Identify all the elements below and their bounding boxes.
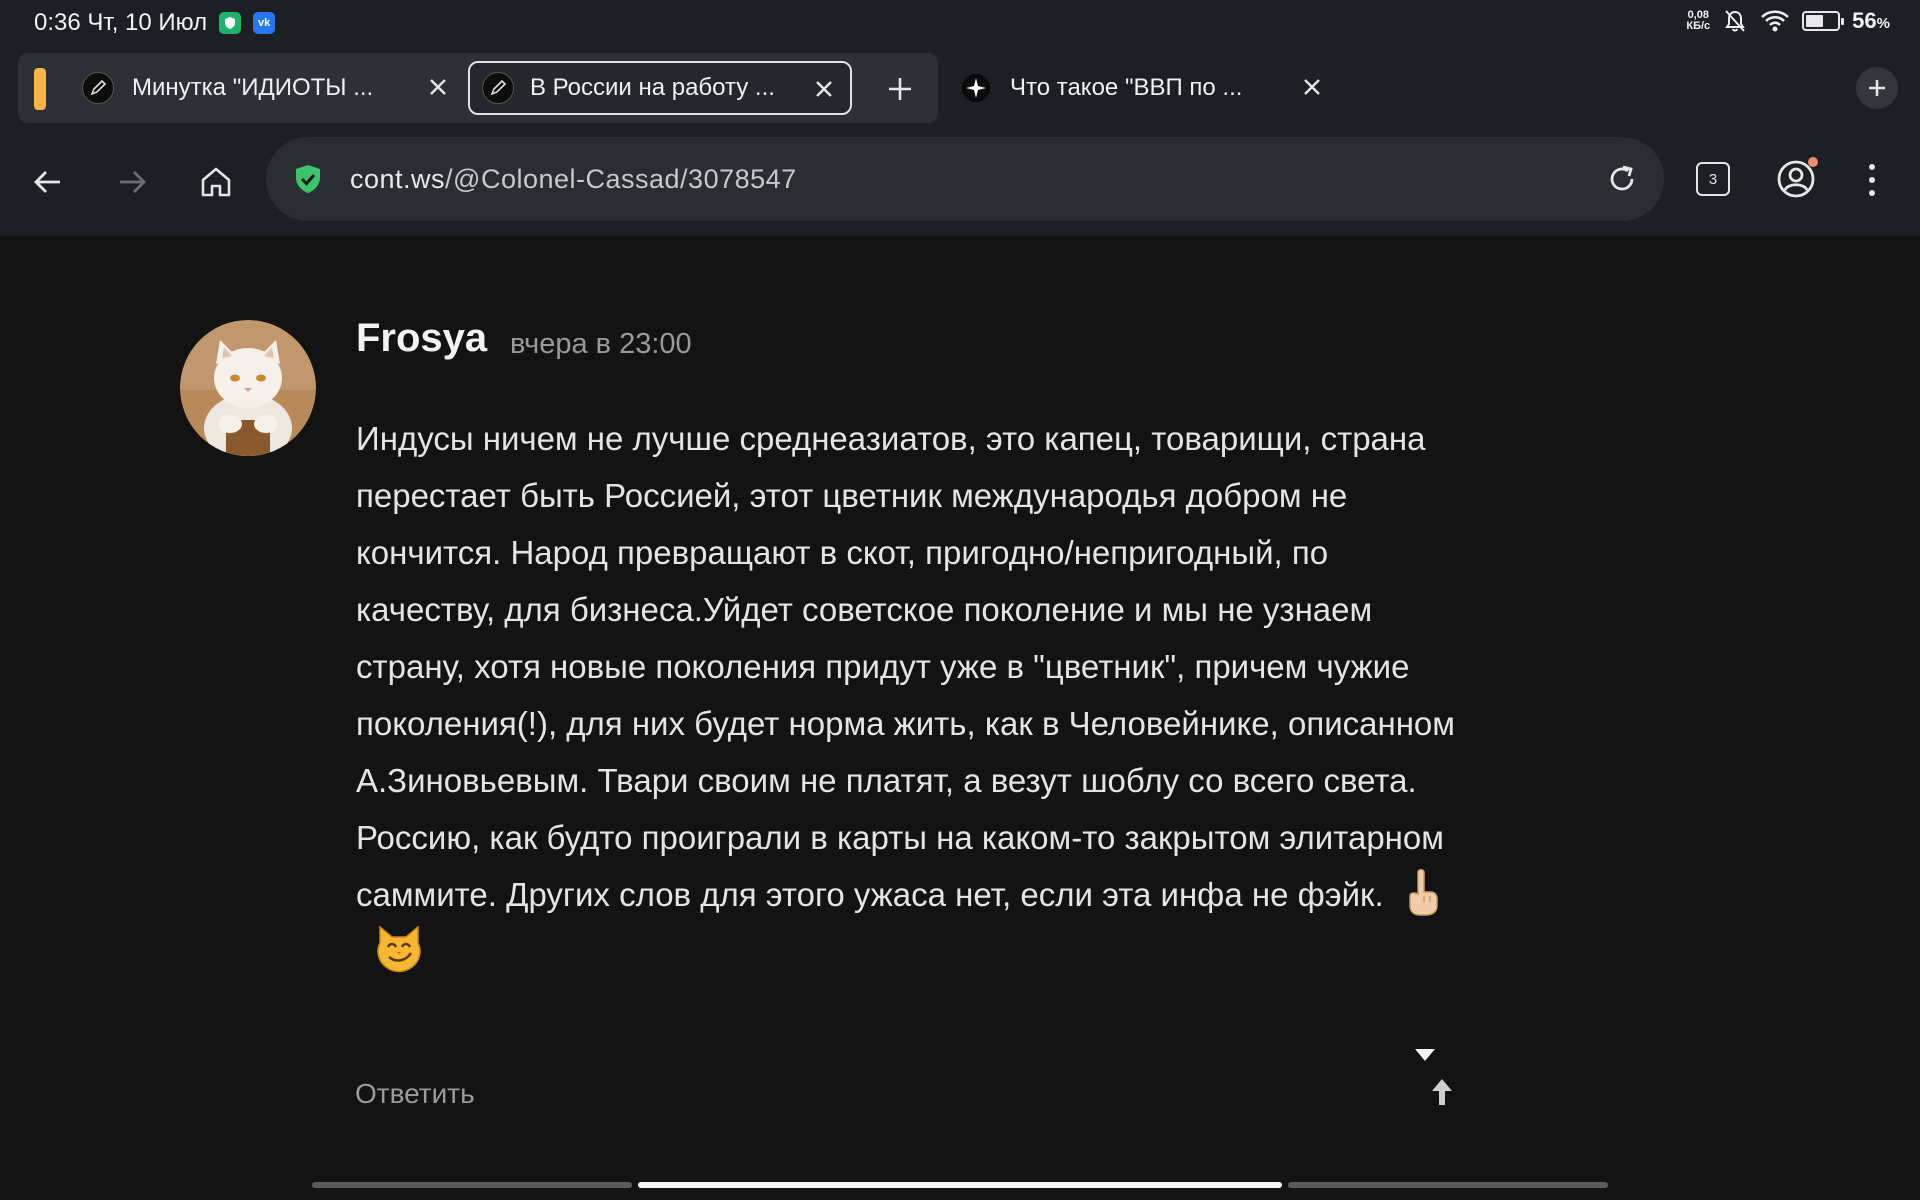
reply-button[interactable]: Ответить [355, 1078, 475, 1110]
silent-bell-icon [1725, 10, 1746, 32]
triangle-down-icon[interactable] [1414, 1048, 1436, 1062]
tab-minutka[interactable]: Минутка "ИДИОТЫ ... [82, 61, 464, 115]
close-tab-icon[interactable] [806, 71, 842, 107]
forward-button[interactable] [104, 154, 160, 210]
status-right: 0,08 КБ/с 56% [1686, 8, 1890, 34]
more-menu-button[interactable] [1852, 158, 1892, 202]
avatar[interactable] [180, 320, 316, 456]
url-path: /@Colonel-Cassad/3078547 [445, 164, 797, 194]
dot-icon [1869, 190, 1875, 196]
home-icon [201, 167, 231, 197]
comment-timestamp[interactable]: вчера в 23:00 [510, 328, 692, 361]
vpn-shield-icon [219, 12, 242, 34]
battery-percentage: 56% [1852, 8, 1890, 34]
home-gesture-bar[interactable] [638, 1182, 1282, 1188]
tab-title: Что такое "ВВП по ... [1010, 74, 1243, 101]
dot-icon [1869, 177, 1875, 183]
notification-dot [1808, 157, 1818, 167]
arrow-right-icon [120, 171, 146, 193]
comment-author[interactable]: Frosya [356, 316, 487, 361]
wifi-icon [1761, 10, 1790, 32]
recent-app-indicator-left [312, 1182, 632, 1188]
address-bar[interactable]: cont.ws/@Colonel-Cassad/3078547 [266, 137, 1664, 221]
smirking-cat-emoji [377, 925, 421, 973]
network-speed: 0,08 КБ/с [1686, 10, 1710, 32]
battery-level-fill [1806, 15, 1823, 27]
comment-text: Индусы ничем не лучше среднеазиатов, это… [356, 420, 1455, 913]
battery-percent-unit: % [1876, 15, 1890, 32]
arrow-left-icon [34, 171, 60, 193]
cat-avatar-image [180, 320, 316, 456]
tab-rossii-active[interactable]: В России на работу ... [468, 61, 852, 115]
home-button[interactable] [188, 154, 244, 210]
browser-chrome: 0:36 Чт, 10 Июл vk 0,08 КБ/с 56% Минутка… [0, 0, 1920, 236]
tab-vvp[interactable]: Что такое "ВВП по ... [960, 61, 1330, 115]
tab-group: Минутка "ИДИОТЫ ... В России на работу .… [18, 53, 938, 123]
arrow-up-icon[interactable] [1430, 1078, 1454, 1106]
reload-icon [1610, 165, 1634, 191]
pen-favicon-icon [82, 72, 114, 104]
plus-icon [889, 78, 911, 100]
new-tab-button[interactable] [1856, 67, 1898, 109]
url-text[interactable]: cont.ws/@Colonel-Cassad/3078547 [350, 164, 797, 195]
dot-icon [1869, 164, 1875, 170]
vk-notification-icon: vk [253, 12, 276, 34]
close-tab-icon[interactable] [1294, 69, 1330, 105]
tab-title: Минутка "ИДИОТЫ ... [132, 74, 374, 101]
url-host: cont.ws [350, 164, 446, 194]
status-time-date: 0:36 Чт, 10 Июл [34, 9, 208, 36]
tab-switcher-button[interactable]: 3 [1696, 162, 1730, 196]
status-left: 0:36 Чт, 10 Июл vk [34, 9, 276, 37]
tab-group-color-marker[interactable] [34, 68, 46, 110]
close-tab-icon[interactable] [420, 69, 456, 105]
network-speed-unit: КБ/с [1686, 20, 1711, 32]
comment-body: Индусы ничем не лучше среднеазиатов, это… [356, 410, 1476, 980]
back-button[interactable] [20, 154, 76, 210]
pen-favicon-icon [482, 72, 514, 104]
battery-percent-value: 56 [1852, 8, 1877, 33]
sparkle-icon [960, 72, 992, 104]
reload-button[interactable] [1602, 159, 1642, 199]
add-tab-to-group-button[interactable] [878, 67, 922, 111]
tab-title: В России на работу ... [530, 74, 775, 101]
recent-app-indicator-right [1288, 1182, 1608, 1188]
index-pointing-up-emoji [1408, 869, 1438, 916]
account-button[interactable] [1774, 157, 1818, 201]
battery-icon [1802, 11, 1845, 31]
secure-shield-icon[interactable] [292, 163, 324, 195]
status-bar: 0:36 Чт, 10 Июл vk 0,08 КБ/с 56% [0, 0, 1920, 46]
plus-icon [1869, 80, 1885, 96]
